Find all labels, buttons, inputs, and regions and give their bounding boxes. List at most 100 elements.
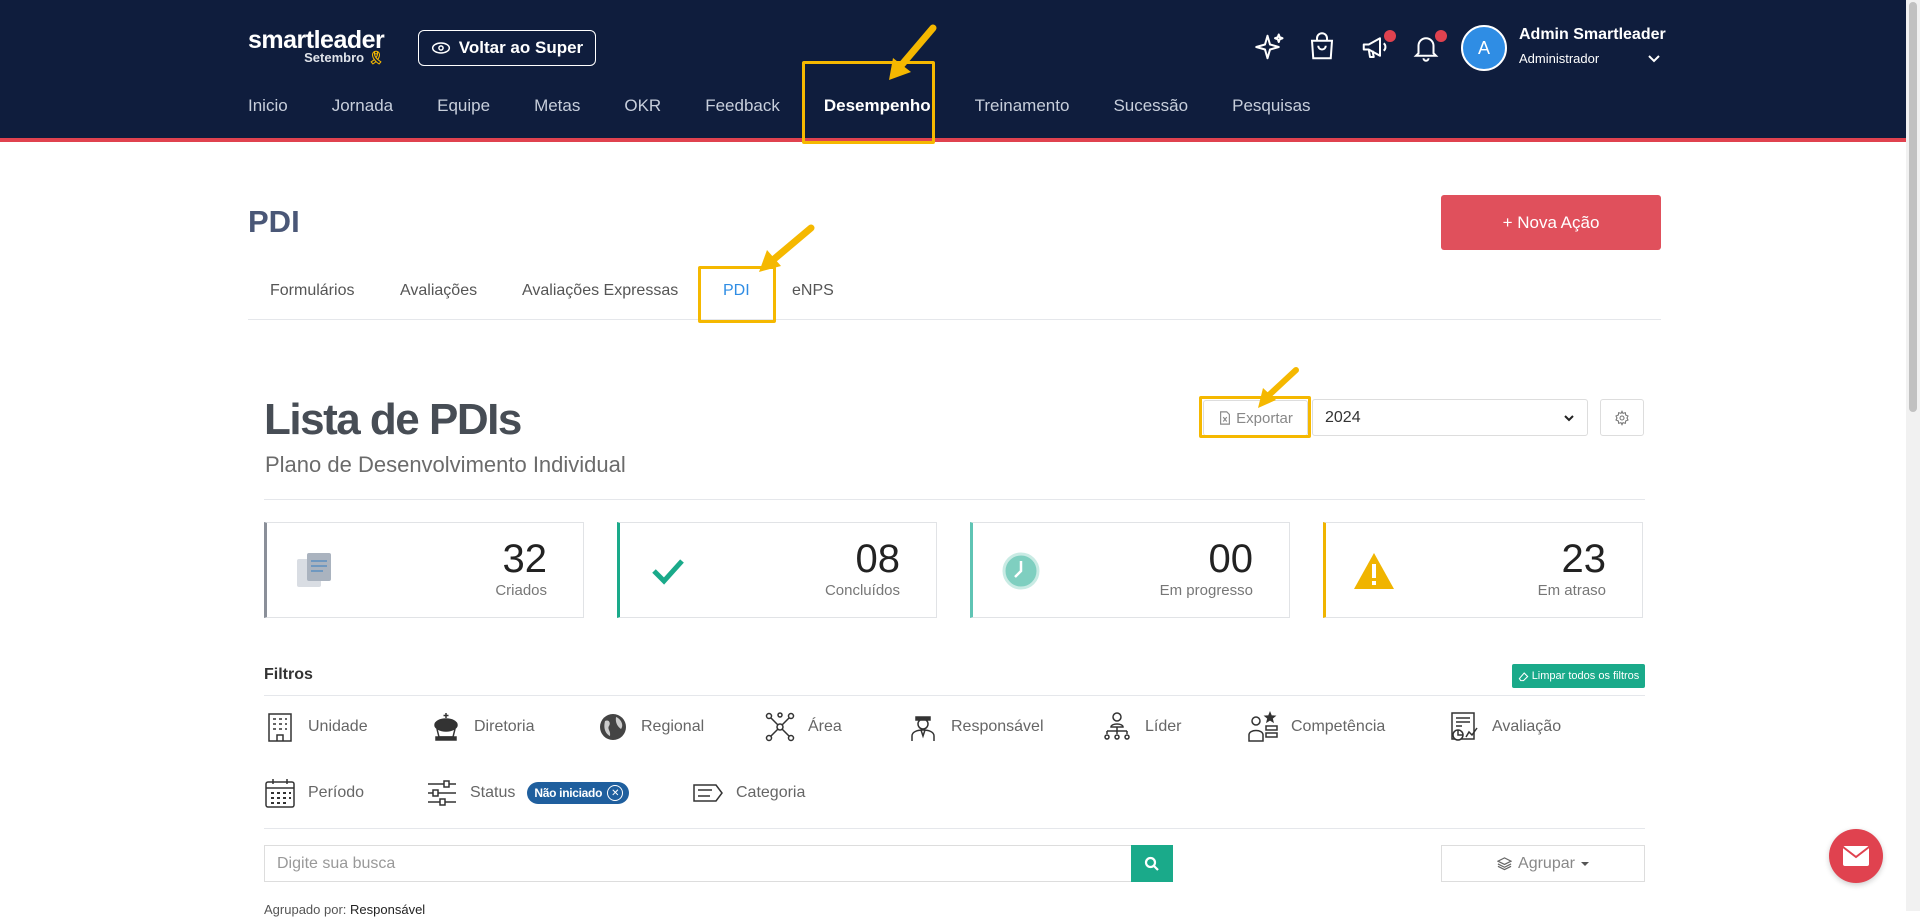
brand-campaign: Setembro 🎗 xyxy=(304,50,385,65)
group-by-button[interactable]: Agrupar xyxy=(1441,845,1645,882)
divider xyxy=(264,695,1645,696)
filter-periodo[interactable]: Período xyxy=(264,777,364,809)
search-icon xyxy=(1144,856,1159,871)
grouped-by-label: Agrupado por: Responsável xyxy=(264,902,426,917)
avatar[interactable]: A xyxy=(1461,25,1507,71)
sliders-icon xyxy=(428,780,456,806)
stat-card-completed[interactable]: 08 Concluídos xyxy=(617,522,937,618)
user-name[interactable]: Admin Smartleader xyxy=(1519,26,1666,44)
tab-pdi[interactable]: PDI xyxy=(723,282,750,300)
person-icon xyxy=(911,716,935,741)
eraser-icon xyxy=(1518,671,1529,681)
scrollbar-thumb[interactable] xyxy=(1909,2,1917,412)
tag-icon xyxy=(693,784,723,802)
stat-value: 00 xyxy=(1208,537,1254,581)
stat-label: Concluídos xyxy=(824,582,900,599)
stat-label: Em atraso xyxy=(1537,582,1606,599)
filter-categoria[interactable]: Categoria xyxy=(692,777,805,809)
nav-item-metas[interactable]: Metas xyxy=(534,96,580,116)
top-navbar: smartleader Setembro 🎗 Voltar ao Super I… xyxy=(0,0,1920,142)
stat-card-in-progress[interactable]: 00 Em progresso xyxy=(970,522,1290,618)
filter-regional[interactable]: Regional xyxy=(597,711,704,743)
tab-formularios[interactable]: Formulários xyxy=(270,282,354,300)
stat-label: Criados xyxy=(495,582,547,599)
stat-card-created[interactable]: 32 Criados xyxy=(264,522,584,618)
nav-item-feedback[interactable]: Feedback xyxy=(705,96,780,116)
brand-logo[interactable]: smartleader Setembro 🎗 xyxy=(248,26,385,65)
tab-avaliacoes-expressas[interactable]: Avaliações Expressas xyxy=(522,282,678,300)
list-title: Lista de PDIs xyxy=(264,395,522,444)
megaphone-icon[interactable] xyxy=(1360,30,1396,64)
stat-card-overdue[interactable]: 23 Em atraso xyxy=(1323,522,1643,618)
sparkles-icon[interactable] xyxy=(1255,32,1287,64)
documents-icon xyxy=(297,553,331,587)
nav-item-desempenho[interactable]: Desempenho xyxy=(824,96,931,116)
filter-area[interactable]: Área xyxy=(764,711,842,743)
filter-unidade[interactable]: Unidade xyxy=(264,711,368,743)
bell-icon[interactable] xyxy=(1411,30,1447,64)
chevron-down-icon[interactable] xyxy=(1646,50,1662,66)
divider xyxy=(264,499,1645,500)
back-to-super-button[interactable]: Voltar ao Super xyxy=(418,30,596,66)
eye-icon xyxy=(431,42,450,54)
stat-value: 08 xyxy=(855,537,901,581)
new-action-button[interactable]: + Nova Ação xyxy=(1441,195,1661,250)
nav-item-equipe[interactable]: Equipe xyxy=(437,96,490,116)
ribbon-icon: 🎗 xyxy=(367,50,385,65)
building-icon xyxy=(268,713,292,742)
tab-avaliacoes[interactable]: Avaliações xyxy=(400,282,477,300)
divider xyxy=(264,828,1645,829)
tab-bar: Formulários Avaliações Avaliações Expres… xyxy=(248,280,1661,320)
team-hierarchy-icon xyxy=(1104,712,1130,740)
filters-title: Filtros xyxy=(264,666,313,683)
skills-person-icon xyxy=(1248,711,1278,742)
envelope-icon xyxy=(1842,846,1870,866)
caret-down-icon xyxy=(1580,861,1589,866)
filter-diretoria[interactable]: Diretoria xyxy=(430,711,534,743)
list-subtitle: Plano de Desenvolvimento Individual xyxy=(265,452,626,477)
pointer-arrow-icon xyxy=(759,224,815,272)
checkmark-icon xyxy=(652,559,684,585)
contact-mail-button[interactable] xyxy=(1829,829,1883,883)
nav-item-okr[interactable]: OKR xyxy=(624,96,661,116)
warning-icon xyxy=(1354,553,1394,589)
shopping-bag-icon[interactable] xyxy=(1307,32,1339,64)
filter-lider[interactable]: Líder xyxy=(1101,711,1181,743)
year-select[interactable]: 2024 xyxy=(1312,399,1588,436)
main-nav: Inicio Jornada Equipe Metas OKR Feedback… xyxy=(248,96,1355,116)
user-role: Administrador xyxy=(1519,51,1600,66)
status-badge[interactable]: Não iniciado ✕ xyxy=(527,782,630,804)
export-button[interactable]: Exportar xyxy=(1203,400,1308,436)
settings-button[interactable] xyxy=(1600,399,1644,436)
tab-enps[interactable]: eNPS xyxy=(792,282,834,300)
evaluation-report-icon xyxy=(1451,712,1478,741)
network-nodes-icon xyxy=(765,712,795,742)
clock-icon xyxy=(1002,552,1040,590)
nav-item-jornada[interactable]: Jornada xyxy=(332,96,393,116)
nav-item-treinamento[interactable]: Treinamento xyxy=(975,96,1070,116)
stat-label: Em progresso xyxy=(1159,582,1253,599)
calendar-icon xyxy=(265,779,295,808)
layers-icon xyxy=(1497,857,1513,871)
nav-item-inicio[interactable]: Inicio xyxy=(248,96,288,116)
stat-value: 23 xyxy=(1561,537,1607,581)
clear-filters-button[interactable]: Limpar todos os filtros xyxy=(1512,664,1645,688)
stat-value: 32 xyxy=(502,537,548,581)
notification-dot xyxy=(1384,30,1396,42)
notification-dot xyxy=(1435,30,1447,42)
page-title: PDI xyxy=(248,204,300,239)
crown-king-icon xyxy=(434,713,458,741)
filter-avaliacao[interactable]: Avaliação xyxy=(1448,711,1561,743)
search-input[interactable] xyxy=(264,845,1131,882)
filter-status[interactable]: Status Não iniciado ✕ xyxy=(426,777,630,809)
gear-icon xyxy=(1615,409,1629,426)
remove-filter-icon[interactable]: ✕ xyxy=(607,785,624,801)
search-button[interactable] xyxy=(1131,845,1173,882)
chevron-down-icon xyxy=(1564,414,1574,421)
filter-competencia[interactable]: Competência xyxy=(1247,711,1385,743)
globe-icon xyxy=(600,714,626,740)
file-export-icon xyxy=(1220,411,1231,425)
filter-responsavel[interactable]: Responsável xyxy=(907,711,1044,743)
nav-item-pesquisas[interactable]: Pesquisas xyxy=(1232,96,1310,116)
nav-item-sucessao[interactable]: Sucessão xyxy=(1113,96,1188,116)
